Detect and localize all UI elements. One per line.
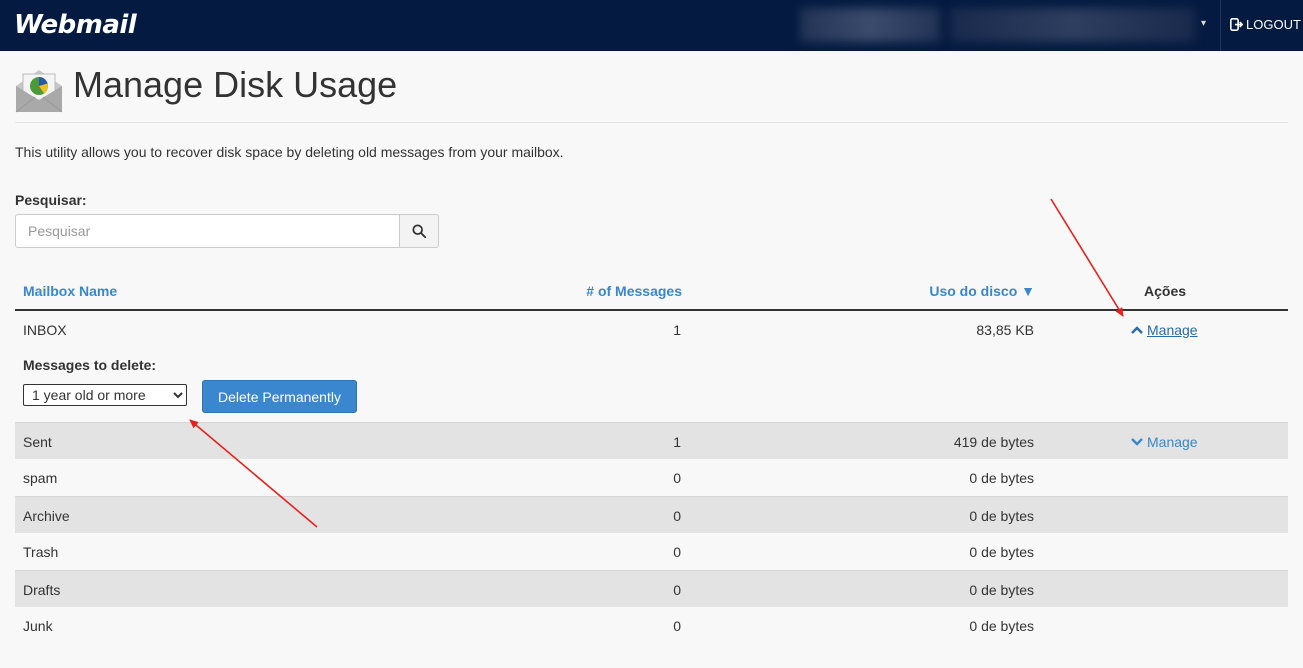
annotation-arrow-to-manage: [1050, 198, 1124, 317]
webmail-logo[interactable]: Webmail: [14, 10, 137, 40]
manage-label: Manage: [1147, 322, 1198, 338]
disk-usage: 83,85 KB: [976, 322, 1034, 338]
page-description: This utility allows you to recover disk …: [15, 144, 564, 160]
navbar-divider: [1220, 0, 1221, 51]
message-age-select[interactable]: 1 year old or more: [23, 384, 187, 406]
envelope-chart-icon: [15, 70, 63, 113]
table-row-trash: Trash 0 0 de bytes: [15, 533, 1288, 570]
logout-label: LOGOUT: [1246, 17, 1301, 32]
disk-usage: 0 de bytes: [969, 508, 1034, 524]
column-header-mailbox-name[interactable]: Mailbox Name: [23, 283, 117, 299]
manage-link-inbox[interactable]: Manage: [1131, 322, 1198, 338]
table-row-junk: Junk 0 0 de bytes: [15, 607, 1288, 644]
user-menu-caret-icon[interactable]: ▾: [1201, 18, 1206, 29]
column-header-actions: Ações: [1144, 283, 1187, 299]
manage-link-sent[interactable]: Manage: [1131, 434, 1198, 450]
message-count: 0: [673, 508, 681, 524]
chevron-up-icon: [1131, 326, 1143, 334]
logout-button[interactable]: LOGOUT: [1230, 17, 1301, 32]
disk-usage: 0 de bytes: [969, 618, 1034, 634]
blurred-user-info: [800, 8, 940, 42]
logout-icon: [1230, 18, 1243, 31]
table-row-inbox: INBOX 1 83,85 KB Manage: [15, 311, 1288, 348]
mailbox-name: Trash: [23, 544, 59, 560]
column-header-disk-usage[interactable]: Uso do disco ▼: [929, 283, 1035, 299]
message-count: 1: [673, 322, 681, 338]
mailbox-name: spam: [23, 470, 58, 486]
mailbox-name: Drafts: [23, 582, 61, 598]
disk-usage: 0 de bytes: [969, 582, 1034, 598]
message-count: 1: [673, 434, 681, 450]
search-label: Pesquisar:: [15, 192, 87, 208]
mailbox-name: Archive: [23, 508, 70, 524]
message-count: 0: [673, 618, 681, 634]
table-row-sent: Sent 1 419 de bytes Manage: [15, 422, 1288, 459]
mailbox-name: Junk: [23, 618, 53, 634]
messages-to-delete-label: Messages to delete:: [23, 357, 157, 373]
search-icon: [412, 224, 426, 238]
search-input[interactable]: [15, 214, 400, 248]
disk-usage: 419 de bytes: [953, 434, 1034, 450]
column-header-message-count[interactable]: # of Messages: [586, 283, 682, 299]
blurred-account-email[interactable]: [950, 8, 1195, 42]
chevron-down-icon: [1131, 438, 1143, 446]
disk-usage: 0 de bytes: [969, 470, 1034, 486]
message-count: 0: [673, 470, 681, 486]
table-row-drafts: Drafts 0 0 de bytes: [15, 570, 1288, 607]
disk-usage: 0 de bytes: [969, 544, 1034, 560]
message-count: 0: [673, 544, 681, 560]
table-row-archive: Archive 0 0 de bytes: [15, 496, 1288, 533]
delete-permanently-button[interactable]: Delete Permanently: [202, 380, 357, 413]
delete-messages-panel: Messages to delete: 1 year old or more D…: [15, 347, 1288, 422]
title-divider: [15, 122, 1288, 123]
table-row-spam: spam 0 0 de bytes: [15, 459, 1288, 496]
mailbox-name: Sent: [23, 434, 52, 450]
search-button[interactable]: [399, 214, 439, 248]
top-navbar: Webmail ▾ LOGOUT: [0, 0, 1303, 51]
page-title: Manage Disk Usage: [73, 64, 398, 105]
message-count: 0: [673, 582, 681, 598]
mailbox-name: INBOX: [23, 322, 67, 338]
manage-label: Manage: [1147, 434, 1198, 450]
